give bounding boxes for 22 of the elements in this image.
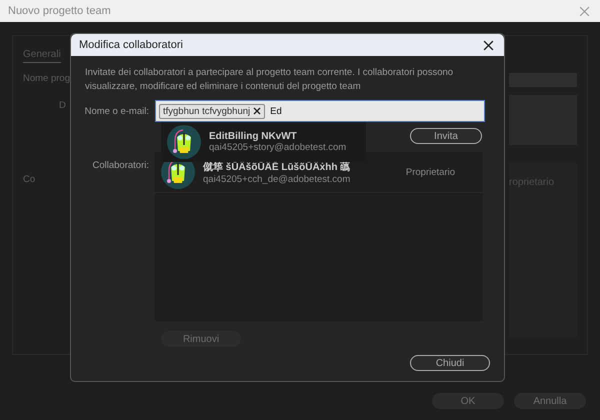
field-label: Collaboratori: bbox=[92, 159, 150, 173]
field-label: Nome prog bbox=[23, 73, 70, 86]
description-text: Invitate dei collaboratori a partecipare al progetto team corrente. I collaboratori possono visualizzare, modificare ed eliminare i contenuti del progetto team bbox=[85, 66, 454, 94]
email-field[interactable]: tfygbhun tcfvygbhunj Ed bbox=[155, 100, 485, 122]
avatar-icon bbox=[167, 125, 201, 159]
field-label: Co bbox=[23, 174, 36, 185]
close-icon[interactable] bbox=[483, 40, 494, 50]
field-label: D bbox=[59, 100, 66, 111]
invite-button[interactable]: Invita bbox=[410, 128, 482, 144]
window-title: Nuovo progetto team bbox=[8, 5, 111, 17]
input-value: Ed bbox=[270, 106, 282, 116]
user-email: qai45205+story@adobetest.com bbox=[209, 142, 346, 153]
suggestion-item[interactable]: EditBilling NKvWT qai45205+story@adobetest.com bbox=[161, 122, 366, 162]
close-button[interactable]: Chiudi bbox=[410, 355, 490, 371]
remove-icon[interactable] bbox=[253, 107, 262, 115]
dialog-title: Modifica collaboratori bbox=[79, 39, 183, 51]
role-text: Proprietario bbox=[406, 166, 456, 178]
user-email: qai45205+cch_de@adobetest.com bbox=[203, 174, 352, 184]
user-name: EditBilling NKvWT bbox=[209, 131, 298, 142]
recipient-chip[interactable]: tfygbhun tcfvygbhunj bbox=[159, 104, 266, 118]
user-name: 僦筚 šŪÄšõŪÄĒ LūšõŪÄẋhh 蘤 bbox=[203, 160, 352, 174]
field-label: Nome o e-mail: bbox=[84, 106, 150, 116]
